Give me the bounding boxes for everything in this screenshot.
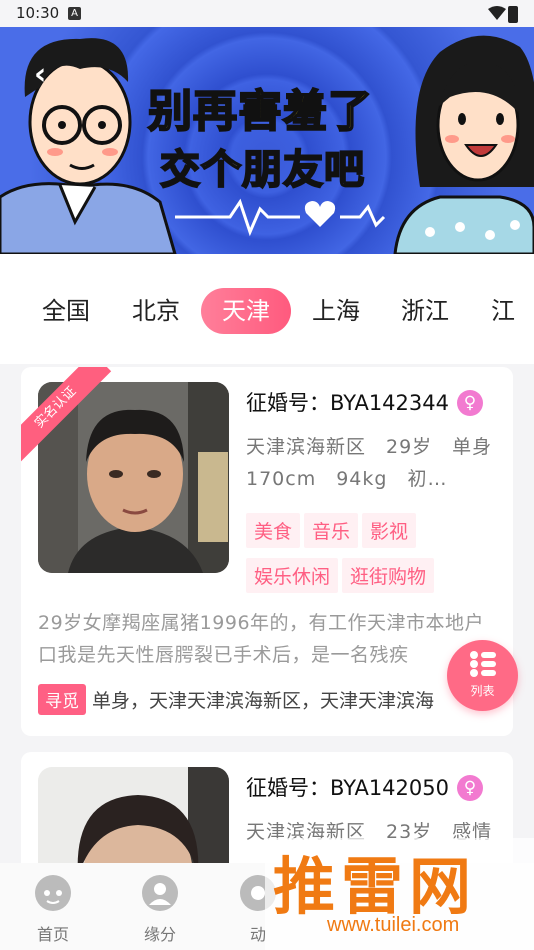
watermark: 推雷网 www.tuilei.com <box>265 838 534 950</box>
tag-food: 美食 <box>246 513 301 548</box>
seeking-label: 寻觅 <box>38 684 86 715</box>
status-bar: 10:30 A <box>0 0 534 27</box>
nav-home[interactable]: 首页 <box>13 873 93 945</box>
list-view-button[interactable]: 列表 <box>447 640 518 711</box>
notification-icon: A <box>68 7 81 20</box>
battery-icon <box>508 6 518 23</box>
id-number: BYA142344 <box>330 391 449 415</box>
list-view-label: 列表 <box>470 684 495 698</box>
id-label: 征婚号： <box>246 391 330 415</box>
tab-shanghai[interactable]: 上海 <box>300 288 372 334</box>
promo-banner: ‹ 别再害羞了 交个朋友吧 <box>0 27 534 254</box>
tag-film: 影视 <box>362 513 417 548</box>
interest-tags: 美食 音乐 影视 娱乐休闲 逛街购物 <box>246 513 501 603</box>
profile-card[interactable]: 实名认证 征婚号：BYA142344 ♀ 天津滨海新区 29岁 单身 170cm … <box>21 367 513 736</box>
home-icon <box>35 875 71 911</box>
tag-music: 音乐 <box>304 513 359 548</box>
seeking-row: 寻觅 单身，天津天津滨海新区，天津天津滨海 <box>38 684 498 718</box>
status-time: 10:30 <box>16 4 60 22</box>
tag-leisure: 娱乐休闲 <box>246 558 339 593</box>
list-icon <box>470 651 496 677</box>
nav-home-label: 首页 <box>36 925 69 944</box>
watermark-url: www.tuilei.com <box>327 914 460 936</box>
profile-description: 29岁女摩羯座属猪1996年的，有工作天津市本地户口我是先天性唇腭裂已手术后，是… <box>38 612 485 666</box>
female-icon: ♀ <box>457 775 483 801</box>
marriage-id-line: 征婚号：BYA142050 ♀ <box>246 772 501 802</box>
watermark-logo: 推雷网 <box>273 850 478 923</box>
id-number: BYA142050 <box>330 776 449 800</box>
tab-quanguo[interactable]: 全国 <box>30 288 102 334</box>
match-icon <box>142 875 178 911</box>
nav-match-label: 缘分 <box>143 925 176 944</box>
back-icon[interactable]: ‹ <box>34 60 46 90</box>
tab-beijing[interactable]: 北京 <box>120 288 192 334</box>
marriage-id-line: 征婚号：BYA142344 ♀ <box>246 387 501 417</box>
city-tab-bar: 全国 北京 天津 上海 浙江 江 <box>0 254 534 364</box>
banner-subtitle: 交个朋友吧 <box>159 146 365 194</box>
seeking-text: 单身，天津天津滨海新区，天津天津滨海 <box>92 690 435 712</box>
id-label: 征婚号： <box>246 776 330 800</box>
tab-zhejiang[interactable]: 浙江 <box>389 288 461 334</box>
tab-jiang[interactable]: 江 <box>478 288 528 334</box>
profile-info: 天津滨海新区 29岁 单身 170cm 94kg 初… <box>246 436 513 490</box>
female-icon: ♀ <box>457 390 483 416</box>
tag-shopping: 逛街购物 <box>342 558 435 593</box>
banner-title: 别再害羞了 <box>147 85 373 138</box>
tab-tianjin[interactable]: 天津 <box>201 288 291 334</box>
nav-match[interactable]: 缘分 <box>120 873 200 945</box>
wifi-icon <box>488 6 506 20</box>
